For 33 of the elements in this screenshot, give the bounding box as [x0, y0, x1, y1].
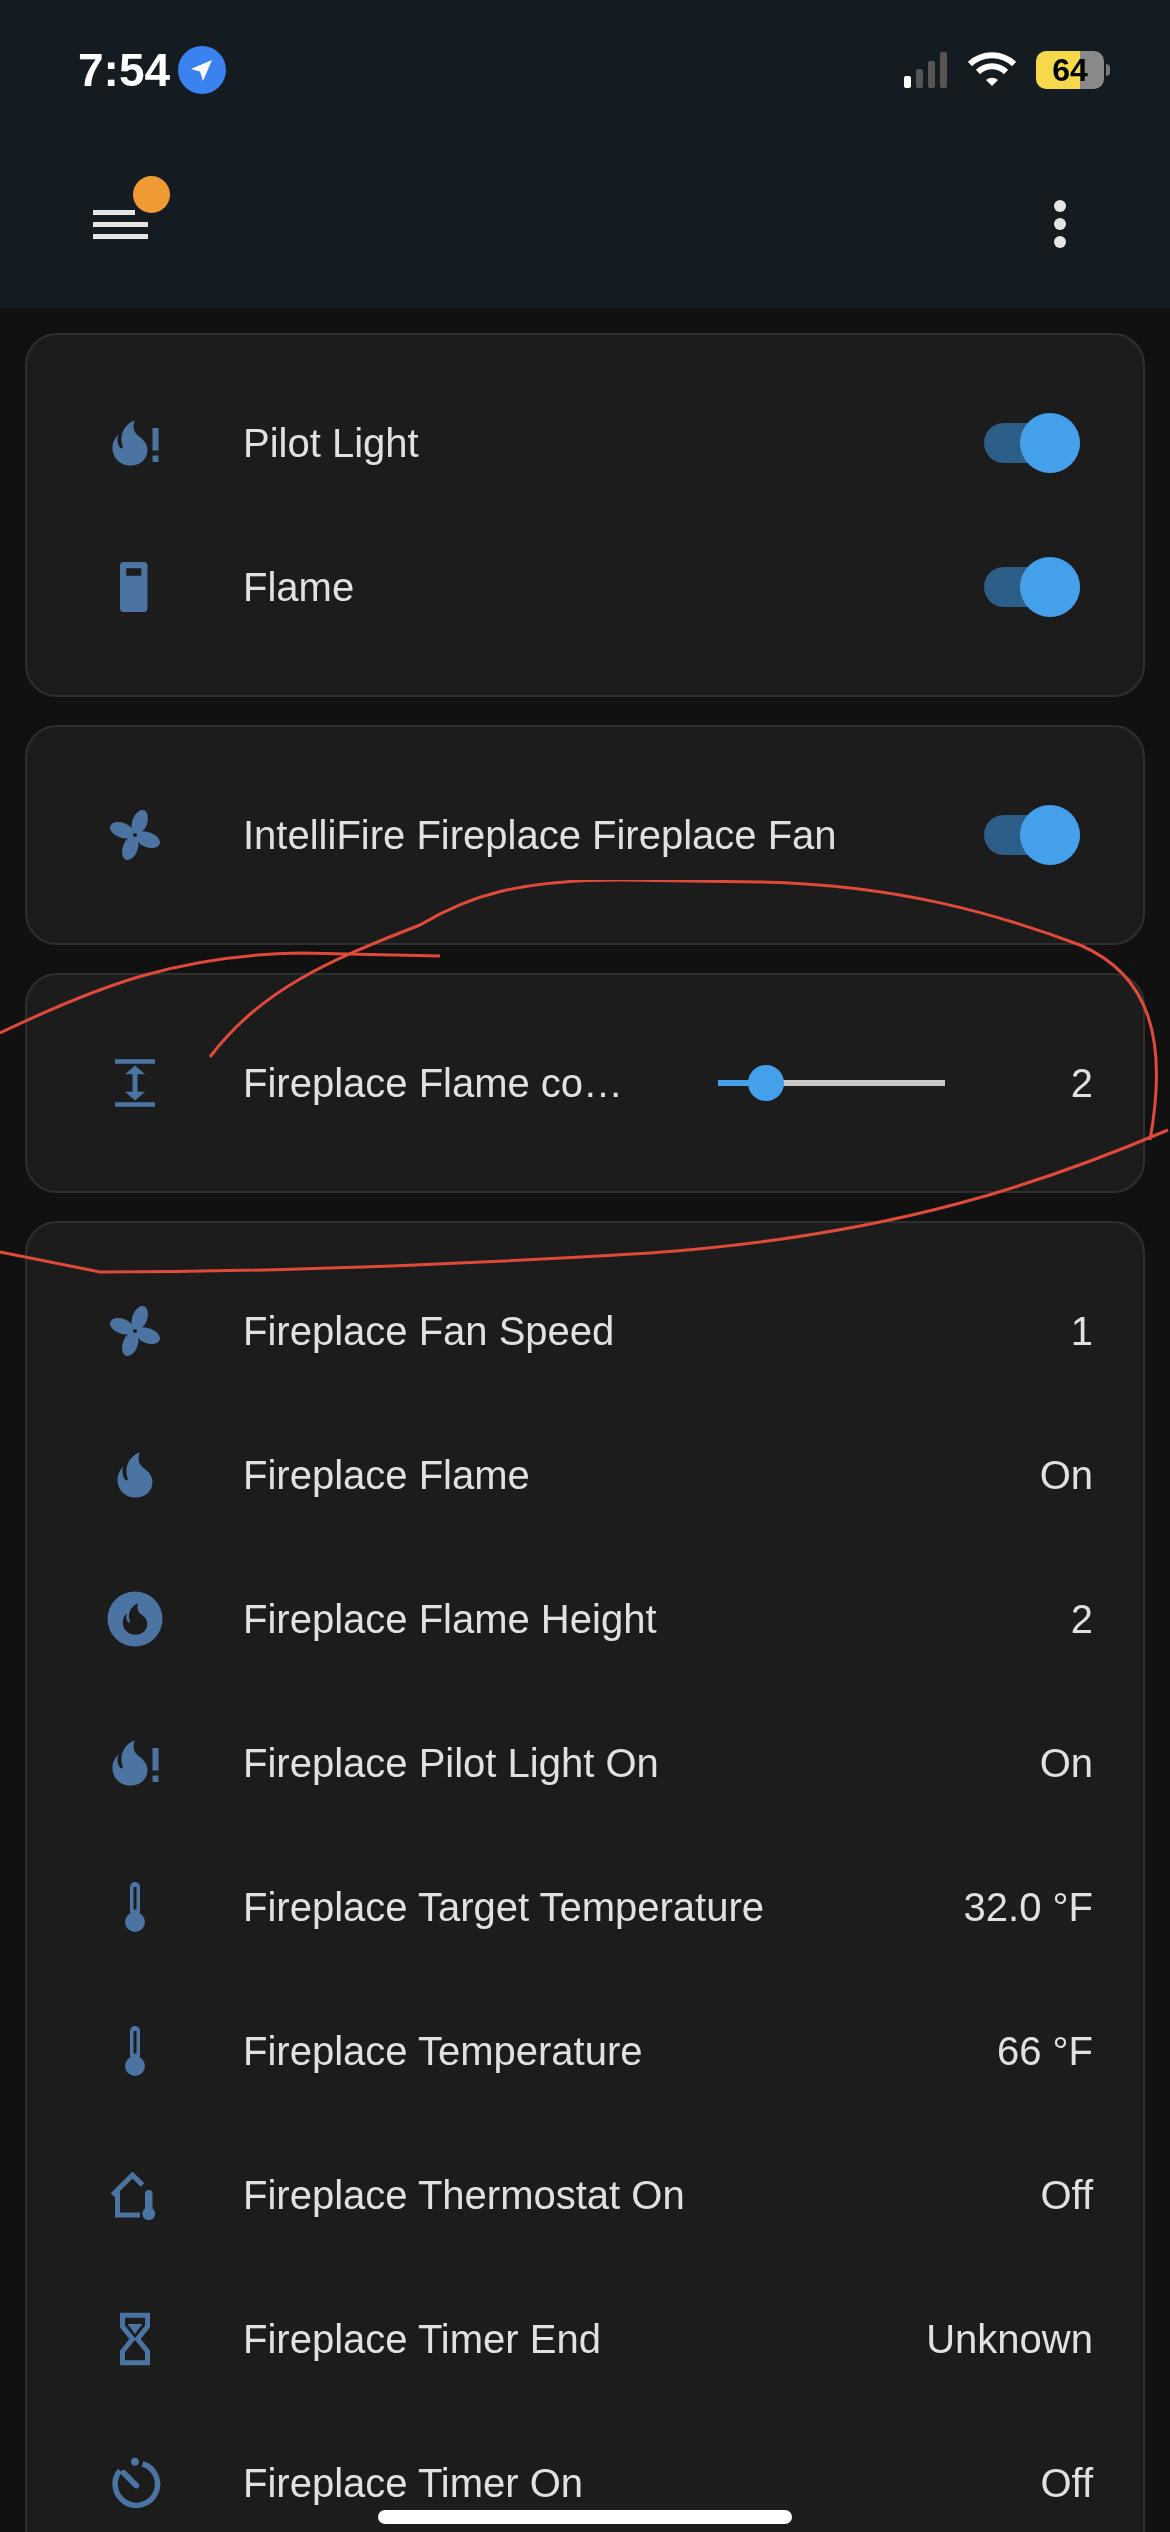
entity-name: Flame — [243, 564, 355, 611]
entity-name: IntelliFire Fireplace Fireplace Fan — [243, 812, 837, 859]
flame-circle-icon — [105, 1589, 165, 1649]
entity-name: Fireplace Temperature — [243, 2028, 643, 2075]
value-text: 2 — [1070, 1596, 1093, 1643]
wifi-icon — [968, 52, 1016, 88]
battery-indicator: 64 — [1036, 51, 1110, 89]
entity-name: Fireplace Timer End — [243, 2316, 601, 2363]
entity-name: Fireplace Timer On — [243, 2460, 584, 2507]
slider[interactable] — [718, 1063, 945, 1103]
clock-time: 7:54 — [78, 42, 171, 98]
location-icon — [178, 46, 227, 94]
entity-name: Fireplace Target Temperature — [243, 1884, 764, 1931]
value-text: 1 — [1070, 1308, 1093, 1355]
value-text: 2 — [1070, 1060, 1093, 1107]
value-text: 66 °F — [996, 2028, 1093, 2075]
toggle-switch[interactable] — [984, 413, 1080, 473]
toggle-switch[interactable] — [984, 805, 1080, 865]
entity-name: Fireplace Thermostat On — [243, 2172, 685, 2219]
value-text: Off — [1040, 2460, 1093, 2507]
signal-icon — [904, 52, 948, 88]
value-text: On — [1039, 1452, 1093, 1499]
entity-name: Fireplace Pilot Light On — [243, 1740, 659, 1787]
entity-name: Fireplace Flame co… — [243, 1060, 625, 1107]
toggle-switch[interactable] — [984, 557, 1080, 617]
entity-name: Fireplace Flame Height — [243, 1596, 657, 1643]
entity-name: Fireplace Flame — [243, 1452, 530, 1499]
value-text: Unknown — [926, 2316, 1093, 2363]
value-text: 32.0 °F — [963, 1884, 1093, 1931]
value-text: On — [1039, 1740, 1093, 1787]
entity-name: Fireplace Fan Speed — [243, 1308, 615, 1355]
value-text: Off — [1040, 2172, 1093, 2219]
entity-name: Pilot Light — [243, 420, 419, 467]
